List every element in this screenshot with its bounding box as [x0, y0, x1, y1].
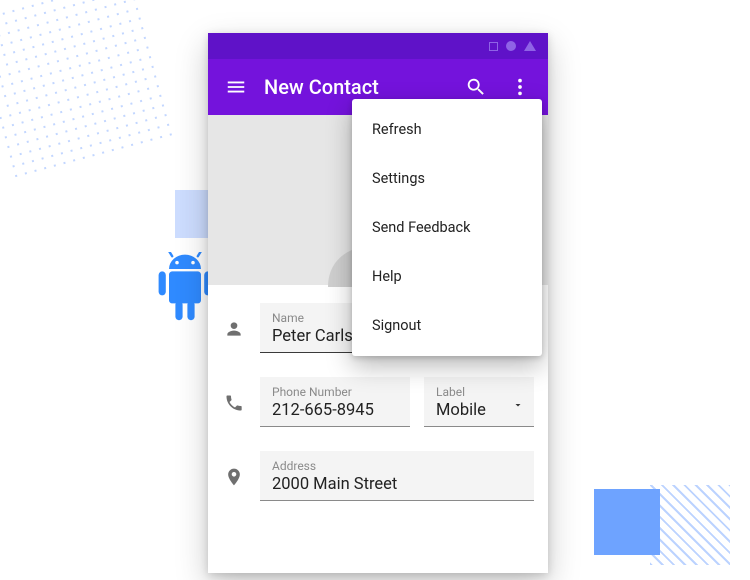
- address-label: Address: [272, 459, 522, 473]
- phone-icon: [222, 393, 246, 427]
- phone-frame: New Contact Name Peter Carlsson: [208, 33, 548, 573]
- dropdown-icon: [512, 399, 524, 411]
- menu-item-send-feedback[interactable]: Send Feedback: [352, 203, 542, 252]
- status-triangle-icon: [524, 41, 536, 51]
- status-bar: [208, 33, 548, 59]
- page-title: New Contact: [260, 75, 452, 99]
- location-icon: [222, 467, 246, 501]
- phone-type-value: Mobile: [436, 401, 522, 420]
- phone-value: 212-665-8945: [272, 401, 398, 420]
- person-icon: [222, 319, 246, 353]
- phone-label: Phone Number: [272, 385, 398, 399]
- status-square-icon: [489, 42, 498, 51]
- hamburger-icon: [225, 76, 247, 98]
- more-vert-icon: [509, 76, 531, 98]
- row-address: Address 2000 Main Street: [222, 451, 534, 501]
- menu-item-help[interactable]: Help: [352, 252, 542, 301]
- phone-field[interactable]: Phone Number 212-665-8945: [260, 377, 410, 427]
- decor-dots: [0, 0, 177, 182]
- row-phone: Phone Number 212-665-8945 Label Mobile: [222, 377, 534, 427]
- menu-item-signout[interactable]: Signout: [352, 301, 542, 350]
- menu-item-refresh[interactable]: Refresh: [352, 105, 542, 154]
- phone-type-select[interactable]: Label Mobile: [424, 377, 534, 427]
- address-field[interactable]: Address 2000 Main Street: [260, 451, 534, 501]
- status-circle-icon: [506, 41, 516, 51]
- menu-button[interactable]: [216, 67, 256, 107]
- search-icon: [465, 76, 487, 98]
- overflow-menu: Refresh Settings Send Feedback Help Sign…: [352, 99, 542, 356]
- decor-stripes: [650, 485, 730, 565]
- address-value: 2000 Main Street: [272, 475, 522, 494]
- decor-square-blue: [594, 489, 660, 555]
- phone-type-label: Label: [436, 385, 522, 399]
- menu-item-settings[interactable]: Settings: [352, 154, 542, 203]
